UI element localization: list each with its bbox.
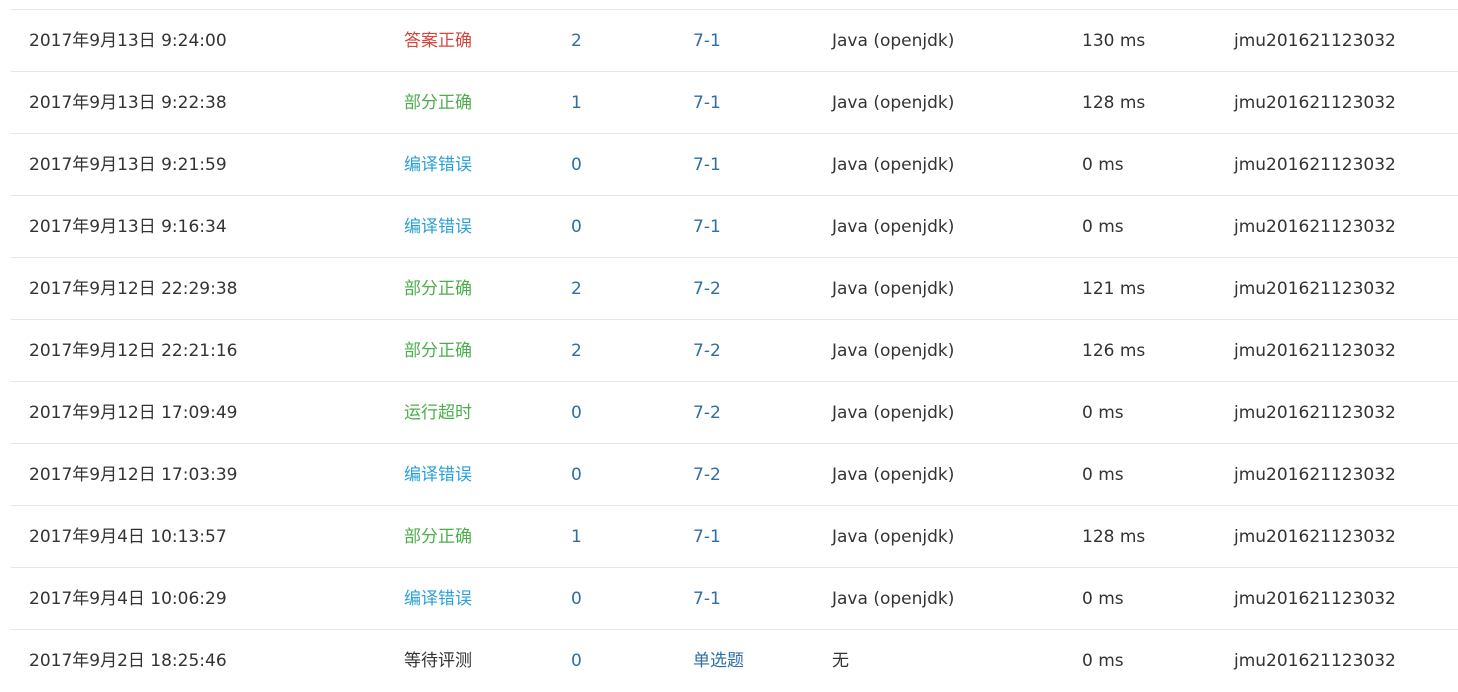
user-name: jmu201621123032: [1234, 465, 1396, 485]
table-row: 2017年9月13日 9:21:59 编译错误 0 7-1 Java (open…: [11, 134, 1458, 196]
user-name: jmu201621123032: [1234, 341, 1396, 361]
table-row: 2017年9月13日 9:22:38 部分正确 1 7-1 Java (open…: [11, 72, 1458, 134]
submit-time: 2017年9月13日 9:16:34: [29, 217, 227, 237]
judge-status[interactable]: 编译错误: [404, 444, 472, 506]
judge-status[interactable]: 部分正确: [404, 320, 472, 382]
judge-status[interactable]: 编译错误: [404, 134, 472, 196]
run-time: 130 ms: [1082, 31, 1146, 51]
run-time: 0 ms: [1082, 403, 1124, 423]
table-row: 2017年9月4日 10:06:29 编译错误 0 7-1 Java (open…: [11, 568, 1458, 630]
submit-time: 2017年9月13日 9:24:00: [29, 31, 227, 51]
language: Java (openjdk): [832, 527, 955, 547]
run-time: 126 ms: [1082, 341, 1146, 361]
judge-status[interactable]: 部分正确: [404, 506, 472, 568]
submit-time: 2017年9月2日 18:25:46: [29, 651, 227, 671]
score: 2: [571, 341, 582, 361]
user-name: jmu201621123032: [1234, 31, 1396, 51]
problem-link[interactable]: 7-2: [693, 444, 721, 506]
submit-time: 2017年9月4日 10:13:57: [29, 527, 227, 547]
run-time: 0 ms: [1082, 155, 1124, 175]
user-name: jmu201621123032: [1234, 651, 1396, 671]
problem-link[interactable]: 7-1: [693, 568, 721, 630]
score: 1: [571, 93, 582, 113]
judge-status[interactable]: 答案正确: [404, 10, 472, 72]
run-time: 128 ms: [1082, 527, 1146, 547]
submit-time: 2017年9月4日 10:06:29: [29, 589, 227, 609]
problem-link[interactable]: 单选题: [693, 630, 744, 692]
judge-status[interactable]: 部分正确: [404, 258, 472, 320]
language: 无: [832, 651, 849, 671]
user-name: jmu201621123032: [1234, 279, 1396, 299]
table-row: 2017年9月4日 10:13:57 部分正确 1 7-1 Java (open…: [11, 506, 1458, 568]
score: 2: [571, 31, 582, 51]
language: Java (openjdk): [832, 403, 955, 423]
problem-link[interactable]: 7-2: [693, 382, 721, 444]
table-row: 2017年9月12日 17:03:39 编译错误 0 7-2 Java (ope…: [11, 444, 1458, 506]
judge-status[interactable]: 编译错误: [404, 568, 472, 630]
submit-time: 2017年9月12日 22:29:38: [29, 279, 238, 299]
judge-status[interactable]: 运行超时: [404, 382, 472, 444]
table-row: 2017年9月12日 17:09:49 运行超时 0 7-2 Java (ope…: [11, 382, 1458, 444]
score: 0: [571, 651, 582, 671]
language: Java (openjdk): [832, 465, 955, 485]
submit-time: 2017年9月13日 9:21:59: [29, 155, 227, 175]
language: Java (openjdk): [832, 93, 955, 113]
user-name: jmu201621123032: [1234, 527, 1396, 547]
problem-link[interactable]: 7-1: [693, 506, 721, 568]
score: 0: [571, 217, 582, 237]
user-name: jmu201621123032: [1234, 403, 1396, 423]
run-time: 0 ms: [1082, 465, 1124, 485]
score: 2: [571, 279, 582, 299]
run-time: 128 ms: [1082, 93, 1146, 113]
user-name: jmu201621123032: [1234, 155, 1396, 175]
submit-time: 2017年9月12日 17:09:49: [29, 403, 238, 423]
table-row: 2017年9月13日 9:16:34 编译错误 0 7-1 Java (open…: [11, 196, 1458, 258]
language: Java (openjdk): [832, 279, 955, 299]
language: Java (openjdk): [832, 217, 955, 237]
judge-status[interactable]: 编译错误: [404, 196, 472, 258]
table-row: 2017年9月2日 18:25:46 等待评测 0 单选题 无 0 ms jmu…: [11, 630, 1458, 691]
problem-link[interactable]: 7-1: [693, 10, 721, 72]
table-row: 2017年9月13日 9:24:00 答案正确 2 7-1 Java (open…: [11, 10, 1458, 72]
problem-link[interactable]: 7-2: [693, 258, 721, 320]
problem-link[interactable]: 7-1: [693, 196, 721, 258]
user-name: jmu201621123032: [1234, 93, 1396, 113]
run-time: 0 ms: [1082, 217, 1124, 237]
submit-time: 2017年9月12日 22:21:16: [29, 341, 238, 361]
score: 0: [571, 465, 582, 485]
submit-time: 2017年9月13日 9:22:38: [29, 93, 227, 113]
judge-status[interactable]: 等待评测: [404, 630, 472, 692]
submissions-table: 2017年9月13日 9:24:00 答案正确 2 7-1 Java (open…: [11, 0, 1458, 691]
run-time: 121 ms: [1082, 279, 1146, 299]
score: 1: [571, 527, 582, 547]
run-time: 0 ms: [1082, 651, 1124, 671]
language: Java (openjdk): [832, 31, 955, 51]
judge-status[interactable]: 部分正确: [404, 72, 472, 134]
submit-time: 2017年9月12日 17:03:39: [29, 465, 238, 485]
score: 0: [571, 155, 582, 175]
problem-link[interactable]: 7-2: [693, 320, 721, 382]
language: Java (openjdk): [832, 341, 955, 361]
user-name: jmu201621123032: [1234, 589, 1396, 609]
problem-link[interactable]: 7-1: [693, 72, 721, 134]
language: Java (openjdk): [832, 155, 955, 175]
user-name: jmu201621123032: [1234, 217, 1396, 237]
language: Java (openjdk): [832, 589, 955, 609]
table-row: 2017年9月12日 22:21:16 部分正确 2 7-2 Java (ope…: [11, 320, 1458, 382]
run-time: 0 ms: [1082, 589, 1124, 609]
table-body: 2017年9月13日 9:24:00 答案正确 2 7-1 Java (open…: [11, 10, 1458, 691]
score: 0: [571, 403, 582, 423]
problem-link[interactable]: 7-1: [693, 134, 721, 196]
table-top-divider: [11, 0, 1458, 10]
table-row: 2017年9月12日 22:29:38 部分正确 2 7-2 Java (ope…: [11, 258, 1458, 320]
score: 0: [571, 589, 582, 609]
